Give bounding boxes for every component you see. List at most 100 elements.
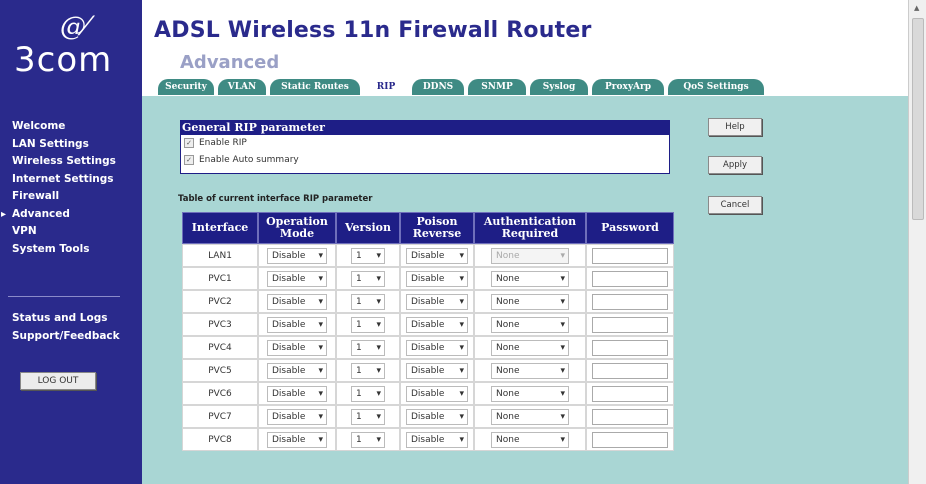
authentication-select[interactable]: None <box>491 385 569 402</box>
table-row: PVC7 Disable 1 Disable None <box>182 405 674 428</box>
sidebar-item-vpn[interactable]: VPN <box>12 223 137 241</box>
version-cell: 1 <box>336 313 400 336</box>
interface-name: PVC3 <box>208 319 232 330</box>
sidebar-item-welcome[interactable]: Welcome <box>12 118 137 136</box>
help-button[interactable]: Help <box>708 118 762 136</box>
sidebar-item-lan-settings[interactable]: LAN Settings <box>12 136 137 154</box>
operation-mode-select[interactable]: Disable <box>267 362 327 379</box>
auto-summary-row: ✓ Enable Auto summary <box>181 152 669 169</box>
operation-mode-cell: Disable <box>258 382 336 405</box>
cancel-button[interactable]: Cancel <box>708 196 762 214</box>
version-select[interactable]: 1 <box>351 247 385 264</box>
sidebar-item-system-tools[interactable]: System Tools <box>12 241 137 259</box>
interface-cell: PVC6 <box>182 382 258 405</box>
page-subtitle: Advanced <box>180 52 280 73</box>
poison-reverse-select[interactable]: Disable <box>406 431 468 448</box>
general-rip-header: General RIP parameter <box>180 120 670 135</box>
version-select[interactable]: 1 <box>351 316 385 333</box>
version-select[interactable]: 1 <box>351 385 385 402</box>
operation-mode-cell: Disable <box>258 244 336 267</box>
col-version: Version <box>336 212 400 244</box>
tab-rip[interactable]: RIP <box>364 79 408 95</box>
logout-button[interactable]: LOG OUT <box>20 372 96 390</box>
version-select[interactable]: 1 <box>351 270 385 287</box>
operation-mode-select[interactable]: Disable <box>267 385 327 402</box>
password-input[interactable] <box>592 431 668 448</box>
operation-mode-select[interactable]: Disable <box>267 408 327 425</box>
operation-mode-select[interactable]: Disable <box>267 431 327 448</box>
table-row: PVC5 Disable 1 Disable None <box>182 359 674 382</box>
password-cell <box>586 290 674 313</box>
tab-qos-settings[interactable]: QoS Settings <box>668 79 764 95</box>
sidebar-item-firewall[interactable]: Firewall <box>12 188 137 206</box>
authentication-select[interactable]: None <box>491 362 569 379</box>
version-select[interactable]: 1 <box>351 293 385 310</box>
table-row: PVC3 Disable 1 Disable None <box>182 313 674 336</box>
authentication-select[interactable]: None <box>491 431 569 448</box>
version-select[interactable]: 1 <box>351 431 385 448</box>
password-input[interactable] <box>592 339 668 356</box>
poison-reverse-cell: Disable <box>400 244 474 267</box>
poison-reverse-select[interactable]: Disable <box>406 316 468 333</box>
table-row: PVC1 Disable 1 Disable None <box>182 267 674 290</box>
sidebar-item-wireless-settings[interactable]: Wireless Settings <box>12 153 137 171</box>
sidebar-item-status-and-logs[interactable]: Status and Logs <box>12 310 137 328</box>
tab-snmp[interactable]: SNMP <box>468 79 526 95</box>
password-input[interactable] <box>592 270 668 287</box>
sidebar: @⁄ 3com Welcome LAN Settings Wireless Se… <box>0 0 142 484</box>
tab-vlan[interactable]: VLAN <box>218 79 266 95</box>
poison-reverse-select[interactable]: Disable <box>406 247 468 264</box>
sidebar-item-support-feedback[interactable]: Support/Feedback <box>12 328 137 346</box>
password-input[interactable] <box>592 247 668 264</box>
authentication-select[interactable]: None <box>491 316 569 333</box>
authentication-select[interactable]: None <box>491 270 569 287</box>
version-cell: 1 <box>336 336 400 359</box>
tab-static-routes[interactable]: Static Routes <box>270 79 360 95</box>
col-operation-mode: Operation Mode <box>258 212 336 244</box>
operation-mode-select[interactable]: Disable <box>267 339 327 356</box>
sidebar-item-internet-settings[interactable]: Internet Settings <box>12 171 137 189</box>
tab-proxyarp[interactable]: ProxyArp <box>592 79 664 95</box>
table-row: LAN1 Disable 1 Disable None <box>182 244 674 267</box>
authentication-cell: None <box>474 267 586 290</box>
password-input[interactable] <box>592 362 668 379</box>
enable-rip-checkbox[interactable]: ✓ <box>184 137 194 148</box>
page-title: ADSL Wireless 11n Firewall Router <box>154 18 592 43</box>
password-input[interactable] <box>592 408 668 425</box>
operation-mode-select[interactable]: Disable <box>267 247 327 264</box>
authentication-select[interactable]: None <box>491 339 569 356</box>
poison-reverse-select[interactable]: Disable <box>406 270 468 287</box>
auto-summary-checkbox[interactable]: ✓ <box>184 154 194 165</box>
tab-security[interactable]: Security <box>158 79 214 95</box>
password-input[interactable] <box>592 385 668 402</box>
tab-syslog[interactable]: Syslog <box>530 79 588 95</box>
operation-mode-select[interactable]: Disable <box>267 293 327 310</box>
version-select[interactable]: 1 <box>351 362 385 379</box>
authentication-select[interactable]: None <box>491 293 569 310</box>
version-select[interactable]: 1 <box>351 339 385 356</box>
tab-ddns[interactable]: DDNS <box>412 79 464 95</box>
poison-reverse-select[interactable]: Disable <box>406 362 468 379</box>
sidebar-item-advanced[interactable]: Advanced <box>1 206 137 224</box>
table-row: PVC4 Disable 1 Disable None <box>182 336 674 359</box>
poison-reverse-cell: Disable <box>400 313 474 336</box>
password-input[interactable] <box>592 293 668 310</box>
operation-mode-select[interactable]: Disable <box>267 270 327 287</box>
authentication-select[interactable]: None <box>491 408 569 425</box>
rip-interface-table: Interface Operation Mode Version Poison … <box>182 212 674 451</box>
version-select[interactable]: 1 <box>351 408 385 425</box>
password-cell <box>586 382 674 405</box>
vertical-scrollbar[interactable]: ▲ <box>908 0 926 484</box>
version-cell: 1 <box>336 359 400 382</box>
auto-summary-label: Enable Auto summary <box>199 155 299 165</box>
apply-button[interactable]: Apply <box>708 156 762 174</box>
poison-reverse-select[interactable]: Disable <box>406 293 468 310</box>
poison-reverse-select[interactable]: Disable <box>406 408 468 425</box>
password-input[interactable] <box>592 316 668 333</box>
table-row: PVC6 Disable 1 Disable None <box>182 382 674 405</box>
poison-reverse-select[interactable]: Disable <box>406 339 468 356</box>
scrollbar-thumb[interactable] <box>912 18 924 220</box>
scroll-up-icon[interactable]: ▲ <box>914 4 919 12</box>
poison-reverse-select[interactable]: Disable <box>406 385 468 402</box>
operation-mode-select[interactable]: Disable <box>267 316 327 333</box>
